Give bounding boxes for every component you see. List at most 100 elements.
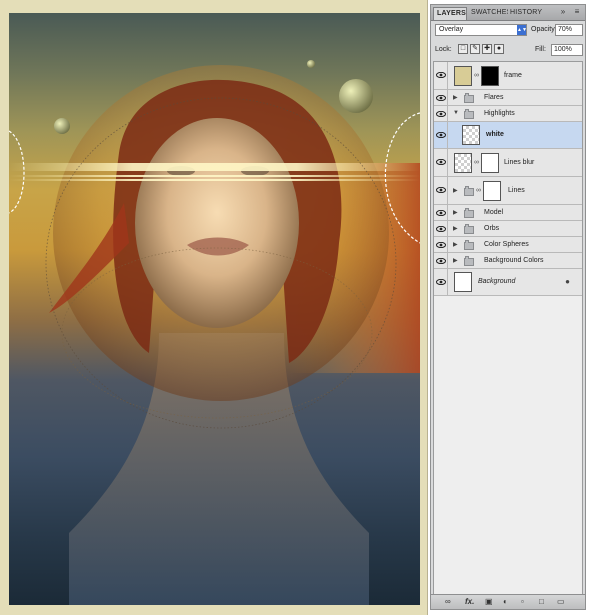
lock-label: Lock:	[435, 46, 452, 53]
layer-group-model[interactable]: ▶ Model	[434, 205, 582, 221]
visibility-toggle[interactable]	[434, 269, 448, 295]
chain-link-icon[interactable]: ∞	[474, 72, 479, 79]
orb-large-right	[339, 79, 373, 113]
folder-icon	[464, 224, 474, 234]
visibility-toggle[interactable]	[434, 177, 448, 204]
lock-brush-icon[interactable]: ✎	[470, 44, 480, 54]
layer-group-lines[interactable]: ▶ ∞ Lines	[434, 177, 582, 205]
visibility-toggle[interactable]	[434, 122, 448, 148]
eye-icon	[436, 187, 446, 193]
lock-fill-row: Lock: □ ✎ ✚ ● Fill: 100%	[435, 43, 583, 57]
blend-mode-value: Overlay	[439, 26, 464, 33]
expand-triangle-icon[interactable]: ▶	[453, 94, 458, 101]
trash-icon[interactable]: ▭	[557, 597, 565, 606]
layer-lines-blur[interactable]: ∞ Lines blur	[434, 149, 582, 177]
lock-all-icon[interactable]: ●	[494, 44, 504, 54]
expand-triangle-icon[interactable]: ▶	[453, 225, 458, 232]
fill-label: Fill:	[535, 46, 546, 53]
eye-icon	[436, 210, 446, 216]
chevron-down-icon: ▲▼	[517, 25, 527, 35]
visibility-toggle[interactable]	[434, 237, 448, 252]
folder-icon	[464, 93, 474, 103]
selection-marquee-left	[9, 130, 25, 214]
layer-thumbnail	[462, 125, 480, 145]
blend-opacity-row: Overlay ▲▼ Opacity: 70%	[435, 23, 583, 37]
eye-icon	[436, 72, 446, 78]
layer-name: Color Spheres	[484, 241, 529, 248]
folder-icon	[464, 256, 474, 266]
panel-bottom-toolbar: ∞ fx. ▣ ◐ ▫ □ ▭	[431, 594, 585, 609]
opacity-input[interactable]: 70%	[555, 24, 583, 36]
visibility-toggle[interactable]	[434, 253, 448, 268]
mask-icon[interactable]: ▣	[485, 597, 493, 606]
panel-menu-icon[interactable]: ≡	[571, 7, 583, 17]
folder-icon	[464, 186, 474, 196]
visibility-toggle[interactable]	[434, 205, 448, 220]
eye-icon	[436, 279, 446, 285]
layer-group-orbs[interactable]: ▶ Orbs	[434, 221, 582, 237]
layer-group-highlights[interactable]: ▼ Highlights	[434, 106, 582, 122]
layer-thumbnail	[454, 66, 472, 86]
new-group-icon[interactable]: ▫	[521, 597, 524, 606]
layer-name: Model	[484, 209, 504, 216]
visibility-toggle[interactable]	[434, 90, 448, 105]
expand-triangle-icon[interactable]: ▶	[453, 187, 458, 194]
layer-name: Highlights	[484, 110, 515, 117]
layer-mask-thumbnail[interactable]	[481, 66, 499, 86]
eye-icon	[436, 226, 446, 232]
layers-panel: LAYERS SWATCHES HISTORY » ≡ Overlay ▲▼ O…	[430, 4, 586, 610]
eye-icon	[436, 111, 446, 117]
layer-name: Lines	[508, 187, 525, 194]
eye-icon	[436, 95, 446, 101]
adjustment-icon[interactable]: ◐	[503, 597, 508, 606]
visibility-toggle[interactable]	[434, 106, 448, 121]
layer-name: Orbs	[484, 225, 500, 232]
tab-history[interactable]: HISTORY	[507, 7, 542, 20]
layer-group-flares[interactable]: ▶ Flares	[434, 90, 582, 106]
layer-white[interactable]: white	[434, 122, 582, 149]
fx-icon[interactable]: fx.	[465, 597, 474, 606]
artwork-image[interactable]	[9, 13, 420, 605]
expand-triangle-icon[interactable]: ▶	[453, 209, 458, 216]
layer-name: white	[486, 131, 504, 138]
layer-background[interactable]: Background ●	[434, 269, 582, 296]
chain-link-icon[interactable]: ∞	[474, 159, 479, 166]
visibility-toggle[interactable]	[434, 62, 448, 89]
layer-mask-thumbnail[interactable]	[481, 153, 499, 173]
lock-move-icon[interactable]: ✚	[482, 44, 492, 54]
folder-icon	[464, 109, 474, 119]
layer-frame[interactable]: ∞ frame	[434, 62, 582, 90]
eye-icon	[436, 159, 446, 165]
opacity-label: Opacity:	[531, 26, 557, 33]
layer-mask-thumbnail[interactable]	[483, 181, 501, 201]
fill-input[interactable]: 100%	[551, 44, 583, 56]
new-layer-icon[interactable]: □	[539, 597, 544, 606]
tab-swatches[interactable]: SWATCHES	[468, 7, 508, 20]
layer-name: Background Colors	[484, 257, 544, 264]
expand-triangle-icon[interactable]: ▶	[453, 241, 458, 248]
lock-transparency-icon[interactable]: □	[458, 44, 468, 54]
layer-thumbnail	[454, 272, 472, 292]
expand-triangle-icon[interactable]: ▶	[453, 257, 458, 264]
panel-tabbar: LAYERS SWATCHES HISTORY » ≡	[431, 5, 585, 21]
tab-layers[interactable]: LAYERS	[433, 7, 467, 20]
link-icon[interactable]: ∞	[445, 597, 451, 606]
visibility-toggle[interactable]	[434, 149, 448, 176]
folder-icon	[464, 240, 474, 250]
collapse-triangle-icon[interactable]: ▼	[453, 110, 459, 116]
eye-icon	[436, 258, 446, 264]
layer-name: Lines blur	[504, 159, 535, 166]
layer-group-color-spheres[interactable]: ▶ Color Spheres	[434, 237, 582, 253]
chain-link-icon[interactable]: ∞	[476, 187, 481, 194]
visibility-toggle[interactable]	[434, 221, 448, 236]
blend-mode-select[interactable]: Overlay ▲▼	[435, 24, 527, 36]
double-chevron-icon[interactable]: »	[557, 7, 569, 17]
opacity-value: 70%	[558, 26, 573, 33]
layer-name: Background	[478, 278, 516, 285]
document-canvas[interactable]	[0, 0, 428, 615]
layer-name: Flares	[484, 94, 504, 101]
lock-icon: ●	[565, 277, 570, 286]
layer-group-background-colors[interactable]: ▶ Background Colors	[434, 253, 582, 269]
orb-small-left	[54, 118, 70, 134]
orb-tiny	[307, 60, 315, 68]
